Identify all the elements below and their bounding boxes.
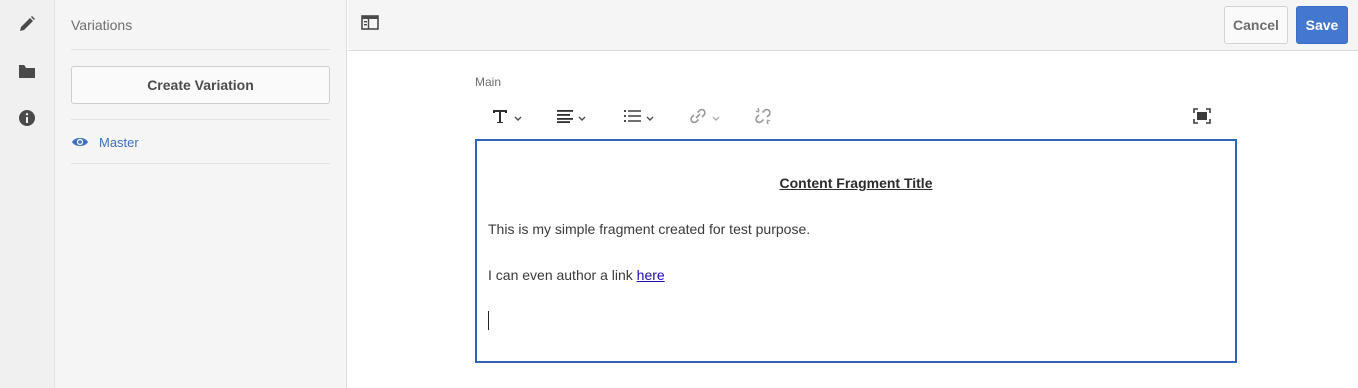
- info-icon: [18, 109, 36, 127]
- save-button[interactable]: Save: [1296, 6, 1348, 44]
- text-caret: [488, 311, 489, 330]
- list-icon: [624, 109, 641, 128]
- panel-title: Variations: [71, 17, 133, 33]
- field-label: Main: [475, 75, 502, 89]
- assets-button[interactable]: [14, 58, 40, 84]
- panel-toggle-icon: [361, 15, 379, 35]
- list-dropdown[interactable]: [624, 100, 654, 136]
- align-icon: [557, 109, 573, 128]
- rte-toolbar: [475, 100, 1237, 136]
- create-variation-button[interactable]: Create Variation: [71, 66, 330, 104]
- fragment-title: Content Fragment Title: [779, 175, 933, 191]
- edit-button[interactable]: [14, 11, 40, 37]
- chevron-down-icon: [578, 109, 586, 127]
- fullscreen-icon: [1193, 107, 1211, 129]
- unlink-icon: [754, 107, 772, 130]
- pencil-icon: [18, 15, 36, 33]
- folder-icon: [18, 63, 36, 79]
- paragraph-text: I can even author a link: [488, 267, 637, 283]
- link-dropdown[interactable]: [689, 100, 720, 136]
- divider: [71, 119, 330, 120]
- chevron-down-icon: [514, 109, 522, 127]
- variation-label: Master: [99, 134, 139, 150]
- eye-icon: [71, 135, 89, 149]
- paragraph: This is my simple fragment created for t…: [488, 221, 811, 237]
- info-button[interactable]: [14, 105, 40, 131]
- cancel-button[interactable]: Cancel: [1224, 6, 1288, 44]
- tool-rail: [0, 0, 55, 388]
- divider: [71, 49, 330, 50]
- text-format-icon: [491, 108, 509, 129]
- variation-item-master[interactable]: Master: [71, 131, 330, 153]
- rich-text-editor[interactable]: Content Fragment Title This is my simple…: [475, 139, 1237, 363]
- text-format-dropdown[interactable]: [491, 100, 522, 136]
- here-link[interactable]: here: [637, 267, 665, 283]
- link-icon: [689, 108, 707, 129]
- divider: [71, 163, 330, 164]
- alignment-dropdown[interactable]: [557, 100, 586, 136]
- top-bar: Cancel Save: [348, 0, 1358, 51]
- chevron-down-icon: [712, 109, 720, 127]
- variations-panel: Variations Create Variation Master: [55, 0, 347, 388]
- chevron-down-icon: [646, 109, 654, 127]
- toggle-side-panel-button[interactable]: [359, 15, 381, 35]
- unlink-button[interactable]: [754, 100, 772, 136]
- fullscreen-button[interactable]: [1193, 100, 1211, 136]
- paragraph: I can even author a link here: [488, 267, 665, 283]
